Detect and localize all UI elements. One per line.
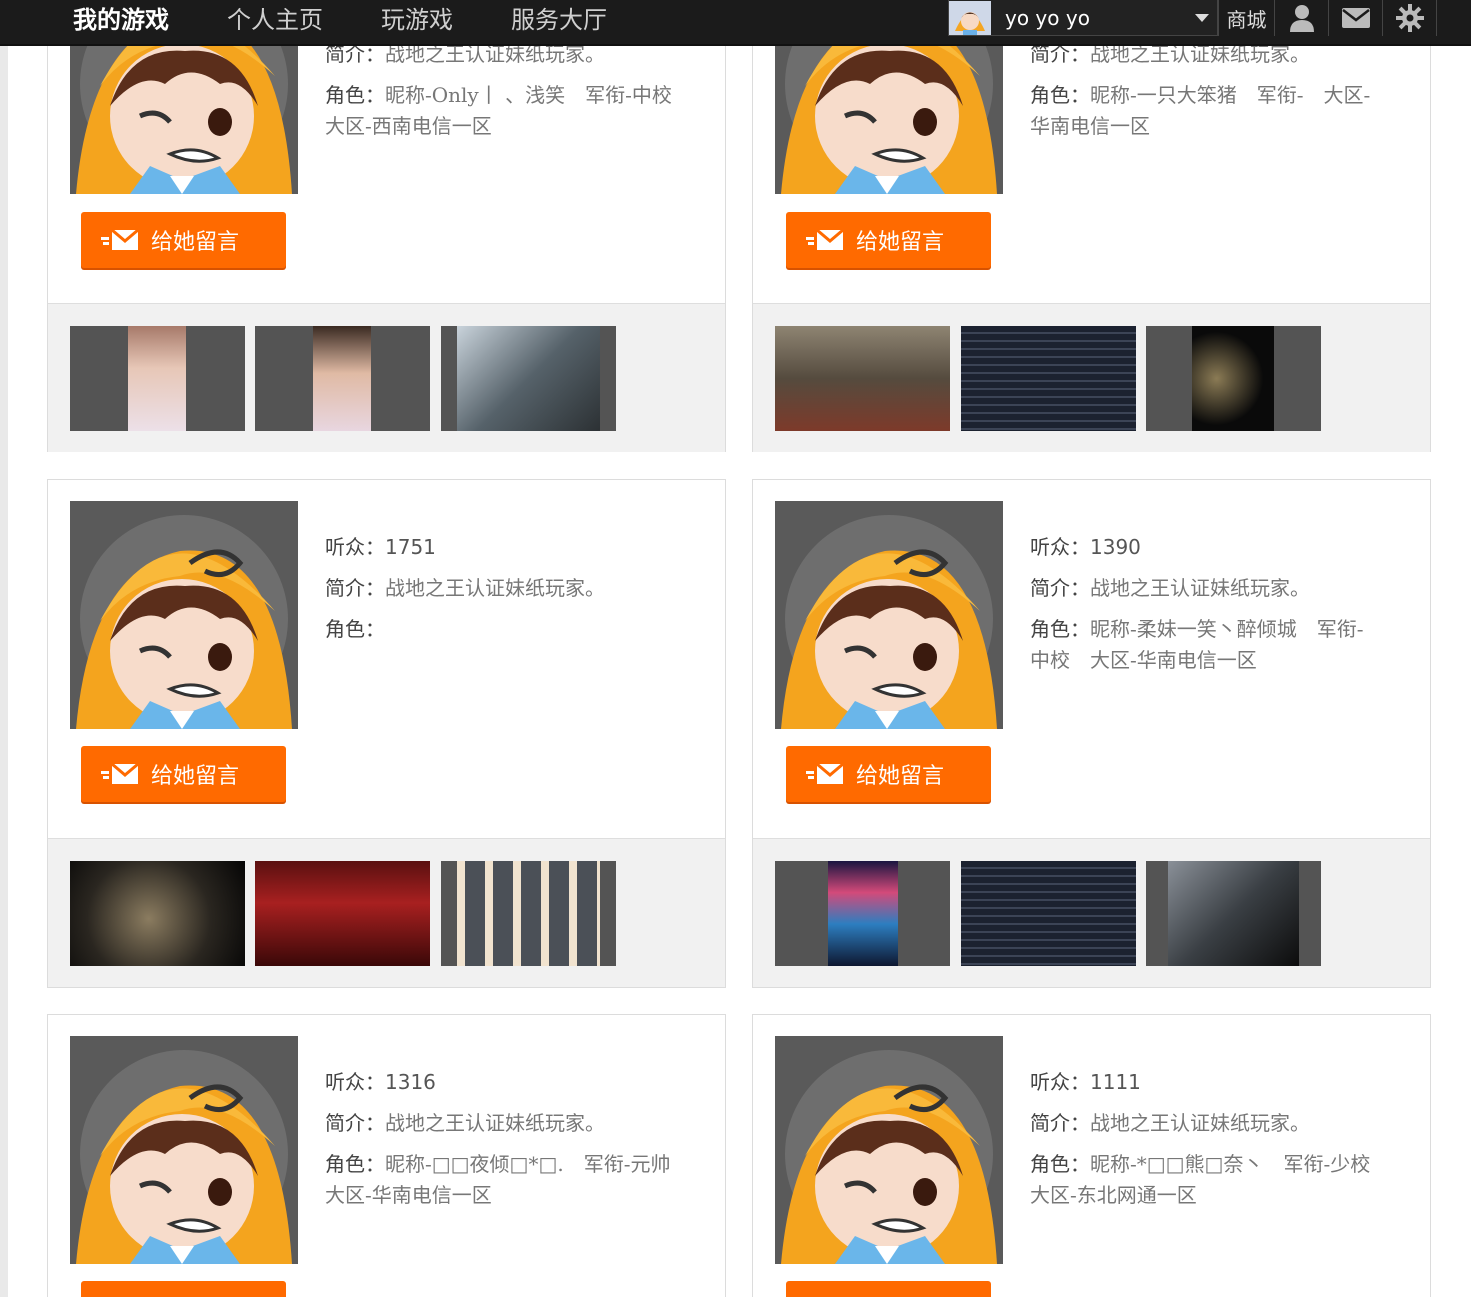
- photo-gallery: [753, 303, 1430, 452]
- user-icon[interactable]: [1274, 0, 1328, 36]
- player-card: 听众：1390 简介：战地之王认证妹纸玩家。 角色：昵称-柔妹一笑丶醉倾城 军衔…: [752, 479, 1431, 988]
- role-row: 角色：昵称-一只大笨猪 军衔- 大区- 华南电信一区: [1030, 83, 1371, 138]
- mail-icon: [806, 763, 844, 784]
- nav-play-games[interactable]: 玩游戏: [381, 0, 453, 34]
- player-avatar[interactable]: [70, 1036, 298, 1264]
- mail-icon: [806, 229, 844, 250]
- photo-thumbnail[interactable]: [775, 326, 950, 431]
- intro-row: 简介：战地之王认证妹纸玩家。: [1030, 1111, 1310, 1135]
- photo-thumbnail[interactable]: [441, 861, 616, 966]
- intro-row: 简介：战地之王认证妹纸玩家。: [1030, 576, 1310, 600]
- role-row: 角色：昵称-*□□熊□奈丶 军衔-少校 大区-东北网通一区: [1030, 1152, 1371, 1207]
- settings-icon[interactable]: [1382, 0, 1436, 36]
- listeners-row: 听众：1316: [325, 1070, 436, 1094]
- top-nav-bar: 我的游戏 个人主页 玩游戏 服务大厅 yo yo yo 商城: [0, 0, 1471, 46]
- chevron-down-icon[interactable]: [1195, 13, 1209, 22]
- photo-thumbnail[interactable]: [441, 326, 616, 431]
- role-row: 角色：: [325, 617, 385, 641]
- photo-thumbnail[interactable]: [255, 861, 430, 966]
- photo-thumbnail[interactable]: [255, 326, 430, 431]
- role-row: 角色：昵称-柔妹一笑丶醉倾城 军衔- 中校 大区-华南电信一区: [1030, 617, 1364, 672]
- player-card: 听众：1316 简介：战地之王认证妹纸玩家。 角色：昵称-□□夜倾□*□. 军衔…: [47, 1014, 726, 1297]
- leave-message-button[interactable]: [81, 1281, 286, 1297]
- nav-home[interactable]: 个人主页: [227, 0, 323, 34]
- user-avatar: [949, 0, 991, 35]
- user-name: yo yo yo: [1005, 5, 1090, 30]
- photo-thumbnail[interactable]: [775, 861, 950, 966]
- listeners-row: 听众：1111: [1030, 1070, 1141, 1094]
- player-avatar[interactable]: [775, 1036, 1003, 1264]
- listeners-row: 听众：1390: [1030, 535, 1141, 559]
- mail-icon: [101, 763, 139, 784]
- leave-message-button[interactable]: [786, 1281, 991, 1297]
- player-card: 简介：战地之王认证妹纸玩家。 角色：昵称-一只大笨猪 军衔- 大区- 华南电信一区…: [752, 0, 1431, 452]
- photo-thumbnail[interactable]: [70, 861, 245, 966]
- mail-icon: [101, 229, 139, 250]
- player-card: 听众：1111 简介：战地之王认证妹纸玩家。 角色：昵称-*□□熊□奈丶 军衔-…: [752, 1014, 1431, 1297]
- mail-icon[interactable]: [1328, 0, 1382, 36]
- photo-thumbnail[interactable]: [70, 326, 245, 431]
- photo-gallery: [48, 303, 725, 452]
- page-edge: [0, 46, 8, 1297]
- role-row: 角色：昵称-□□夜倾□*□. 军衔-元帅 大区-华南电信一区: [325, 1152, 671, 1207]
- photo-gallery: [48, 838, 725, 987]
- player-card: 听众：1751 简介：战地之王认证妹纸玩家。 角色： 给她留言: [47, 479, 726, 988]
- photo-thumbnail[interactable]: [961, 861, 1136, 966]
- shop-button[interactable]: 商城: [1218, 0, 1274, 36]
- photo-thumbnail[interactable]: [961, 326, 1136, 431]
- photo-thumbnail[interactable]: [1146, 326, 1321, 431]
- photo-gallery: [753, 838, 1430, 987]
- nav-my-games[interactable]: 我的游戏: [73, 0, 169, 34]
- intro-row: 简介：战地之王认证妹纸玩家。: [325, 1111, 605, 1135]
- leave-message-button[interactable]: 给她留言: [81, 746, 286, 802]
- user-menu[interactable]: yo yo yo: [948, 0, 1218, 36]
- player-card: 简介：战地之王认证妹纸玩家。 角色：昵称-Only丨 、浅笑 军衔-中校 大区-西…: [47, 0, 726, 452]
- player-avatar[interactable]: [775, 501, 1003, 729]
- role-row: 角色：昵称-Only丨 、浅笑 军衔-中校 大区-西南电信一区: [325, 83, 672, 138]
- player-avatar[interactable]: [70, 501, 298, 729]
- leave-message-button[interactable]: 给她留言: [786, 746, 991, 802]
- listeners-row: 听众：1751: [325, 535, 436, 559]
- photo-thumbnail[interactable]: [1146, 861, 1321, 966]
- intro-row: 简介：战地之王认证妹纸玩家。: [325, 576, 605, 600]
- nav-service-hall[interactable]: 服务大厅: [511, 0, 607, 34]
- leave-message-button[interactable]: 给她留言: [786, 212, 991, 268]
- leave-message-button[interactable]: 给她留言: [81, 212, 286, 268]
